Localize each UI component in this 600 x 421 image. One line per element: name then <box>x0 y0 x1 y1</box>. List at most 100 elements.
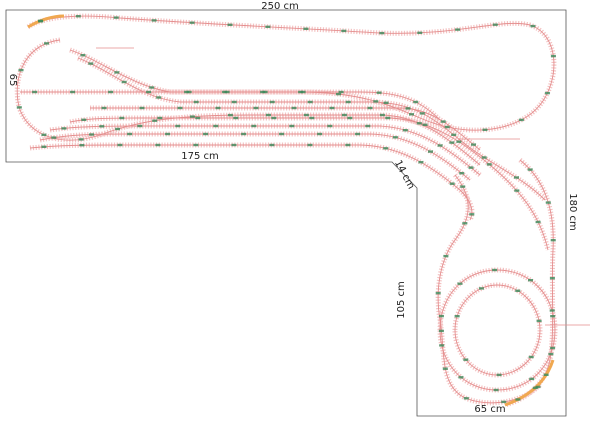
track-piece-marker <box>114 71 120 74</box>
dimension-left-height: 65 <box>7 74 18 87</box>
track-piece-marker <box>435 291 441 295</box>
track-piece-marker <box>347 116 353 120</box>
track-piece-marker <box>548 352 554 356</box>
track-piece-marker <box>496 373 502 377</box>
track-piece-marker <box>115 127 121 131</box>
track-piece-marker <box>341 29 347 33</box>
track-piece-marker <box>449 182 455 185</box>
track-piece-marker <box>478 287 484 290</box>
track-piece-marker <box>493 388 499 392</box>
track-piece-marker <box>231 100 237 104</box>
yard-track-3 <box>49 125 481 176</box>
track-piece-marker <box>365 124 371 128</box>
track-piece-marker <box>514 189 520 192</box>
track-piece-marker <box>231 143 237 147</box>
track-piece-marker <box>385 116 391 120</box>
track-piece-marker <box>492 268 498 272</box>
track-piece-marker <box>152 119 158 122</box>
track-piece-marker <box>530 24 536 28</box>
track-piece-marker <box>113 16 119 19</box>
track-piece-marker <box>460 185 466 188</box>
track-piece-marker <box>127 132 133 136</box>
track-piece-marker <box>355 132 361 136</box>
track-piece-marker <box>307 100 313 104</box>
track-piece-marker <box>189 115 195 118</box>
track-piece-marker <box>438 314 444 318</box>
track-piece-marker <box>439 344 445 347</box>
track-piece-marker <box>442 367 448 370</box>
track-piece-marker <box>402 129 408 132</box>
track-piece-marker <box>189 21 195 24</box>
track-piece-marker <box>51 136 57 139</box>
track-piece-marker <box>233 116 239 120</box>
track-piece-marker <box>455 28 461 31</box>
track-piece-marker <box>75 15 81 18</box>
track-piece-marker <box>529 377 535 381</box>
track-piece-marker <box>213 124 219 128</box>
track-piece-marker <box>16 106 22 109</box>
track-piece-marker <box>419 112 425 115</box>
track-piece-marker <box>338 90 344 94</box>
track-piece-marker <box>18 68 24 72</box>
track-piece-marker <box>550 54 556 58</box>
track-piece-marker <box>379 113 385 117</box>
track-rails <box>16 14 556 407</box>
track-piece-marker <box>532 386 538 390</box>
track-piece-marker <box>469 213 475 216</box>
track-piece-marker <box>543 373 549 376</box>
track-piece-marker <box>303 113 309 117</box>
track-piece-marker <box>193 143 199 147</box>
track-piece-marker <box>88 62 94 65</box>
track-piece-marker <box>151 19 157 22</box>
track-piece-marker <box>101 106 107 110</box>
track-piece-marker <box>345 143 351 147</box>
grade-section-top-left <box>27 14 65 29</box>
track-piece-marker <box>527 168 533 171</box>
track-piece-marker <box>215 106 221 110</box>
track-piece-marker <box>224 90 230 94</box>
track-piece-marker <box>413 100 419 104</box>
track-ties <box>14 13 558 408</box>
track-piece-marker <box>392 136 398 139</box>
track-piece-marker <box>265 113 271 117</box>
track-piece-marker <box>463 397 469 400</box>
track-piece-marker <box>186 90 192 94</box>
track-piece-marker <box>175 124 181 128</box>
track-piece-marker <box>195 116 201 120</box>
track-piece-marker <box>481 156 487 159</box>
track-piece-marker <box>528 279 533 282</box>
track-piece-marker <box>307 143 313 147</box>
baseboard-outline <box>5 9 567 417</box>
track-piece-marker <box>32 90 38 94</box>
track-piece-marker <box>528 355 534 359</box>
track-piece-marker <box>41 133 47 136</box>
track-piece-marker <box>449 141 455 144</box>
track-piece-marker <box>108 90 114 94</box>
yard-track-2-ties <box>69 115 551 251</box>
track-piece-marker <box>376 91 382 94</box>
leg-descent-track-ties <box>435 173 542 406</box>
track-piece-marker <box>157 116 163 120</box>
dimension-diagonal: 14 cm <box>392 158 416 191</box>
track-piece-marker <box>253 106 259 110</box>
track-piece-marker <box>291 106 297 110</box>
track-piece-marker <box>383 101 389 104</box>
track-piece-marker <box>383 147 389 150</box>
track-piece-marker <box>482 128 488 131</box>
track-piece-marker <box>203 132 209 136</box>
dimension-top-width: 250 cm <box>261 1 299 12</box>
outer-loop-track-ties <box>20 13 557 133</box>
track-piece-marker <box>149 86 155 89</box>
outer-loop-track <box>20 15 555 131</box>
turnout-markers <box>16 15 556 404</box>
track-piece-marker <box>515 289 521 292</box>
track-piece-marker <box>70 90 76 94</box>
track-piece-marker <box>437 144 443 147</box>
track-piece-marker <box>155 143 161 147</box>
track-piece-marker <box>409 113 414 116</box>
track-piece-marker <box>303 27 309 30</box>
track-piece-marker <box>463 358 469 361</box>
track-piece-marker <box>443 254 449 258</box>
track-piece-marker <box>265 25 271 28</box>
track-piece-marker <box>300 90 306 94</box>
